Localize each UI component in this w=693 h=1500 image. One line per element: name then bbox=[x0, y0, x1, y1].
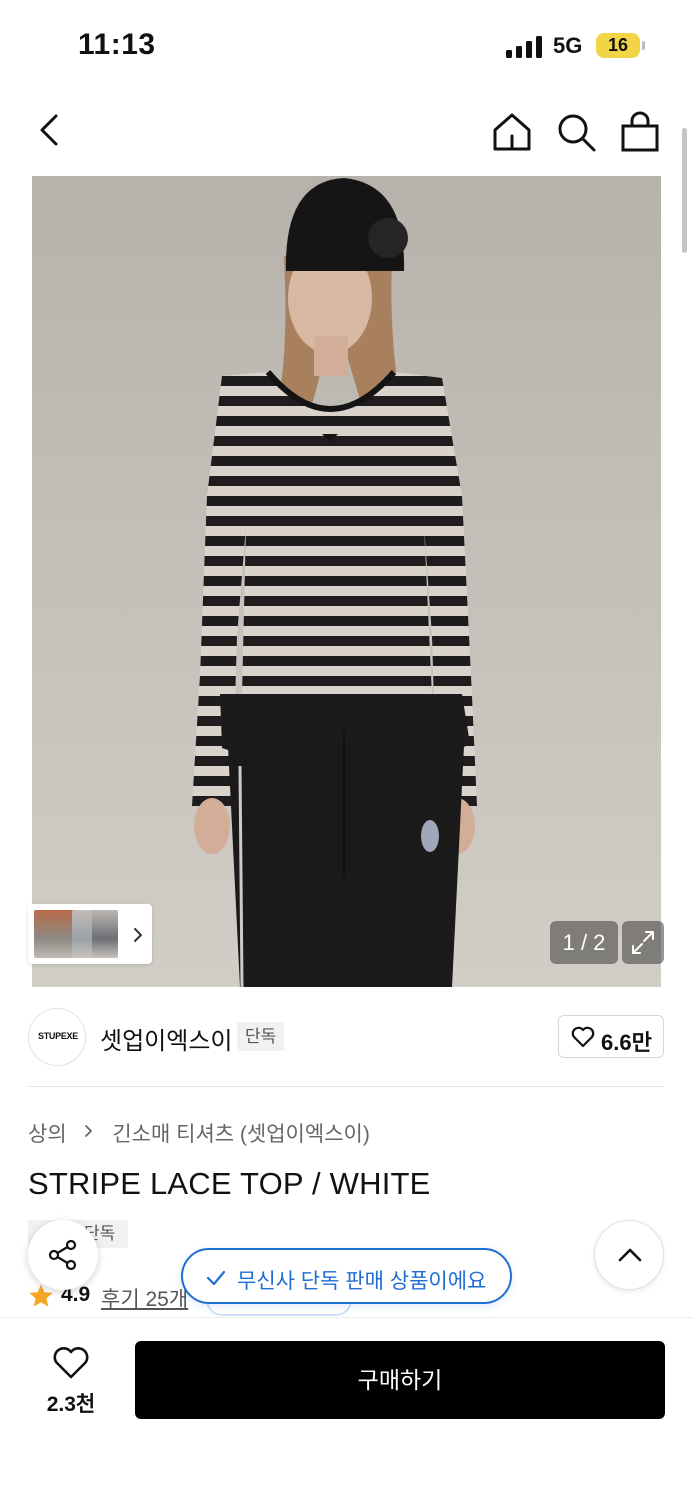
product-title: STRIPE LACE TOP / WHITE bbox=[28, 1166, 431, 1201]
exclusive-toast[interactable]: 무신사 단독 판매 상품이에요 bbox=[181, 1248, 512, 1304]
bag-icon[interactable] bbox=[618, 110, 662, 154]
brand-row: STUPEXE 셋업이엑스이 단독 6.6만 bbox=[0, 988, 693, 1088]
review-link[interactable]: 후기 25개 bbox=[101, 1283, 188, 1313]
chevron-up-icon bbox=[618, 1248, 642, 1262]
brand-like-button[interactable]: 6.6만 bbox=[558, 1015, 664, 1058]
status-bar: 11:13 5G 16 bbox=[0, 0, 693, 92]
expand-icon bbox=[632, 931, 654, 954]
bottom-bar: 2.3천 구매하기 bbox=[0, 1317, 693, 1500]
heart-icon bbox=[571, 1026, 595, 1048]
battery-icon: 16 bbox=[596, 33, 640, 58]
check-icon bbox=[206, 1270, 226, 1286]
signal-icon bbox=[506, 36, 542, 58]
brand-like-count: 6.6만 bbox=[601, 1030, 652, 1055]
buy-button[interactable]: 구매하기 bbox=[135, 1341, 665, 1419]
scroll-top-button[interactable] bbox=[594, 1220, 664, 1290]
share-button[interactable] bbox=[28, 1220, 98, 1290]
back-icon[interactable] bbox=[30, 110, 70, 150]
chevron-right-icon[interactable] bbox=[128, 924, 148, 946]
home-icon[interactable] bbox=[490, 110, 534, 154]
breadcrumb: 상의 긴소매 티셔츠 (셋업이엑스이) bbox=[28, 1118, 370, 1148]
divider bbox=[28, 1086, 664, 1087]
brand-logo[interactable]: STUPEXE bbox=[28, 1008, 86, 1066]
scroll-indicator[interactable] bbox=[682, 128, 687, 253]
product-image[interactable] bbox=[32, 176, 661, 987]
battery-cap bbox=[642, 41, 645, 50]
chevron-right-icon bbox=[85, 1124, 93, 1137]
brand-logo-text: STUPEXE bbox=[38, 1031, 78, 1041]
thumbnail-1[interactable] bbox=[34, 910, 76, 958]
breadcrumb-category[interactable]: 상의 bbox=[28, 1118, 67, 1148]
thumbnail-3[interactable] bbox=[92, 910, 118, 958]
expand-button[interactable] bbox=[622, 921, 664, 964]
toast-text: 무신사 단독 판매 상품이에요 bbox=[237, 1270, 487, 1293]
search-icon[interactable] bbox=[554, 110, 598, 154]
image-counter: 1 / 2 bbox=[550, 921, 618, 964]
exclusive-tag: 단독 bbox=[237, 1022, 285, 1051]
brand-name[interactable]: 셋업이엑스이 bbox=[100, 1021, 232, 1056]
share-icon bbox=[48, 1239, 77, 1271]
top-nav bbox=[0, 92, 693, 172]
model-illustration bbox=[32, 176, 661, 987]
status-time: 11:13 bbox=[78, 28, 156, 61]
heart-icon bbox=[53, 1347, 89, 1379]
network-label: 5G bbox=[553, 33, 583, 58]
breadcrumb-subcategory[interactable]: 긴소매 티셔츠 (셋업이엑스이) bbox=[112, 1118, 370, 1148]
like-count: 2.3천 bbox=[46, 1393, 96, 1416]
like-button[interactable]: 2.3천 bbox=[28, 1342, 114, 1422]
